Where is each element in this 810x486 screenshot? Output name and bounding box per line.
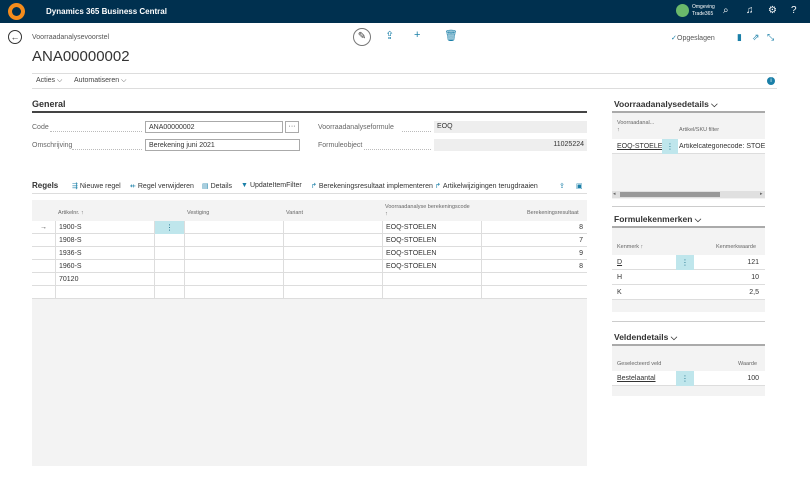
row-actions-button[interactable]: ⋮ [676,371,694,386]
col-variant[interactable]: Variant [286,210,303,216]
list-item[interactable]: Bestelaantal ⋮ 100 [612,371,765,386]
back-button[interactable]: ← [8,30,22,44]
row-actions-button[interactable]: ⋮ [662,139,678,154]
general-section-title[interactable]: General [32,99,66,109]
environment-icon[interactable] [676,4,689,17]
implement-arrow-icon: ↱ [311,183,317,190]
lines-title[interactable]: Regels [32,181,58,190]
code-input[interactable]: ANA00000002 [145,121,283,133]
new-line-icon: ⇶ [72,183,78,190]
help-icon[interactable]: ? [791,5,797,17]
top-bar: Dynamics 365 Business Central Omgeving T… [0,0,810,23]
open-in-excel-icon[interactable]: ▣ [576,182,583,190]
dotted-leader [402,131,431,132]
col-item-no[interactable]: Artikelnr. ↑ [58,210,84,216]
row-actions-button[interactable]: ⋮ [155,221,184,234]
fb3-col-field[interactable]: Geselecteerd veld [617,361,661,367]
scroll-left-icon[interactable]: ◂ [613,191,616,197]
revert-item-changes-button[interactable]: ↱ Artikelwijzigingen terugdraaien [435,182,538,190]
grid-line [184,221,185,299]
grid-line [283,221,284,299]
filter-icon: ▼ [241,182,248,189]
divider [612,321,765,322]
fb1-col-code-sort: ↑ [617,127,620,133]
table-row[interactable]: 1908-S EOQ-STOELEN 7 [32,234,587,247]
notification-bell-icon[interactable]: ♫ [746,5,754,17]
bookmark-icon[interactable]: ▮ [737,32,742,43]
grid-line [481,221,482,299]
details-button[interactable]: ▤ Details [202,182,232,190]
description-input[interactable]: Berekening juni 2021 [145,139,300,151]
delete-line-button[interactable]: ⇷ Regel verwijderen [130,182,194,190]
menu-acties[interactable]: Acties ⌵ [36,77,62,85]
formula-value: EOQ [434,121,587,133]
row-selected-arrow-icon: → [40,224,47,231]
action-bar [32,73,777,89]
update-item-filter-button[interactable]: ▼ UpdateItemFilter [241,182,302,189]
table-row[interactable]: 70120 [32,273,587,286]
app-logo-icon[interactable] [8,3,25,20]
environment-label[interactable]: Omgeving Trade365 [692,4,715,18]
scroll-right-icon[interactable]: ▸ [760,191,763,197]
dotted-leader [72,149,142,150]
details-icon: ▤ [202,183,209,190]
dotted-leader [50,131,142,132]
list-item[interactable]: H 10 [612,270,765,285]
list-item[interactable]: D ⋮ 121 [612,255,765,270]
revert-arrow-icon: ↱ [435,183,441,190]
divider [32,111,587,113]
code-label: Code [32,124,49,131]
new-record-icon[interactable]: + [414,29,420,41]
fb1-col-code[interactable]: Voorraadanal... [617,120,654,126]
share-lines-icon[interactable]: ⇪ [559,182,565,190]
breadcrumb: Voorraadanalysevoorstel [32,34,110,41]
code-lookup-button[interactable]: ··· [285,121,299,133]
scrollbar-thumb[interactable] [620,192,720,197]
app-title[interactable]: Dynamics 365 Business Central [46,7,167,16]
page-title: ANA00000002 [32,48,130,65]
fb2-col-key[interactable]: Kenmerk ↑ [617,244,643,250]
search-icon[interactable]: ⌕ [723,5,729,17]
col-location[interactable]: Vestiging [187,210,209,216]
collapse-icon[interactable]: ⤡ [767,32,774,43]
factbox-formula-attributes-title[interactable]: Formulekenmerken ⌵ [614,214,701,225]
open-new-window-icon[interactable]: ⇗ [752,32,760,43]
list-item[interactable]: K 2,5 [612,285,765,300]
col-calc-code[interactable]: Voorraadanalyse berekeningscode [385,204,470,210]
saved-check-icon: ✓ [671,35,677,42]
table-row[interactable]: → 1900-S ⋮ EOQ-STOELEN 8 [32,221,587,234]
delete-line-icon: ⇷ [130,183,136,190]
col-calc-result[interactable]: Berekeningsresultaat [527,210,579,216]
description-label: Omschrijving [32,142,73,149]
formula-object-value: 11025224 [434,139,587,151]
col-calc-code-sort: ↑ [385,211,388,217]
grid-line [55,221,56,299]
saved-status: Opgeslagen [677,35,715,42]
new-line-button[interactable]: ⇶ Nieuwe regel [72,182,121,190]
divider [612,206,765,207]
factbox-field-details-title[interactable]: Veldendetails ⌵ [614,332,677,343]
fb3-col-value[interactable]: Waarde [738,361,757,367]
info-icon[interactable]: i [767,77,775,85]
factbox-inventory-details-title[interactable]: Voorraadanalysedetails ⌵ [614,99,718,110]
row-actions-button[interactable]: ⋮ [676,255,694,270]
table-row[interactable]: 1960-S EOQ-STOELEN 8 [32,260,587,273]
list-item[interactable]: EOQ-STOELEN ⋮ Artikelcategoriecode: STOE… [612,139,765,154]
share-icon[interactable]: ⇪ [385,29,394,42]
grid-line [154,221,155,299]
dotted-leader [364,149,431,150]
delete-icon[interactable]: 🗑 [444,29,458,42]
menu-automatiseren[interactable]: Automatiseren ⌵ [74,77,126,85]
formula-label: Voorraadanalyseformule [318,124,394,131]
formula-object-label: Formuleobject [318,142,363,149]
table-row[interactable]: 1936-S EOQ-STOELEN 9 [32,247,587,260]
edit-pencil-icon[interactable]: ✎ [353,28,371,46]
fb2-col-value[interactable]: Kenmerkwaarde [716,244,756,250]
table-row-empty[interactable] [32,286,587,299]
horizontal-scrollbar[interactable] [612,191,765,198]
settings-gear-icon[interactable]: ⚙ [768,5,777,17]
fb1-col-filter[interactable]: Artikel/SKU filter [679,127,719,133]
grid-line [382,221,383,299]
implement-result-button[interactable]: ↱ Berekeningsresultaat implementeren [311,182,433,190]
